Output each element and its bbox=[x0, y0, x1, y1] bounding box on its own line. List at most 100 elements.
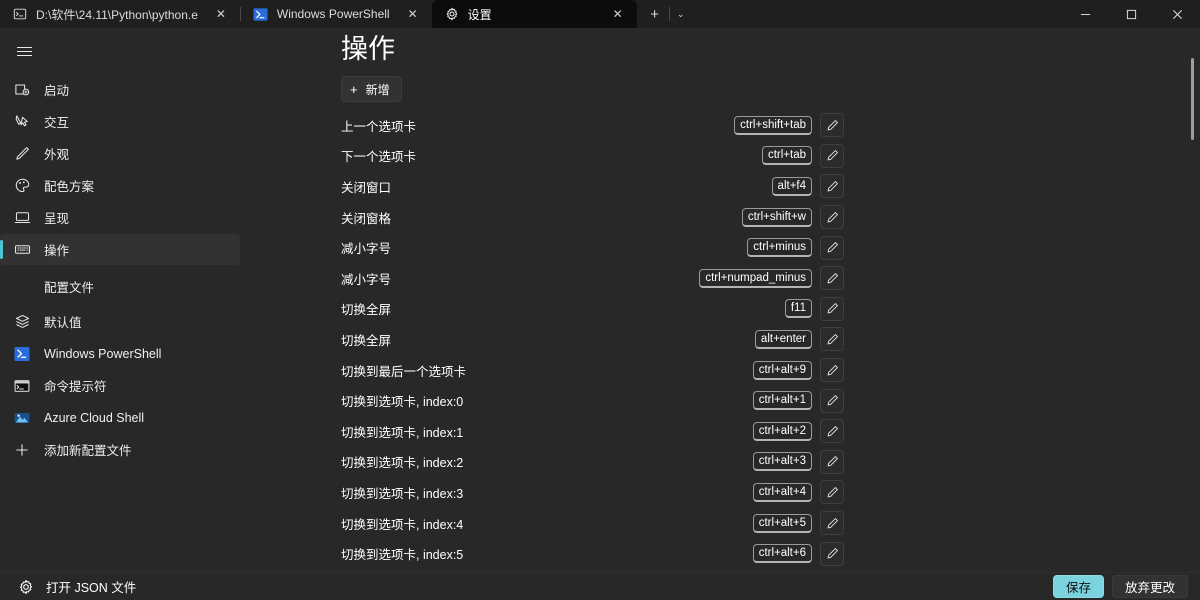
action-row[interactable]: 关闭窗格ctrl+shift+w bbox=[240, 202, 1200, 233]
sidebar-item-label: 外观 bbox=[44, 144, 69, 163]
keybinding-chip: ctrl+alt+6 bbox=[753, 544, 812, 563]
sidebar-section-profiles: 配置文件 bbox=[0, 271, 240, 302]
edit-action-button[interactable] bbox=[820, 174, 844, 198]
discard-changes-button[interactable]: 放弃更改 bbox=[1112, 575, 1188, 598]
close-button[interactable] bbox=[1154, 0, 1200, 28]
action-row[interactable]: 切换全屏 alt+enter bbox=[240, 324, 1200, 355]
action-row[interactable]: 上一个选项卡ctrl+shift+tab bbox=[240, 110, 1200, 141]
tab-close-button[interactable]: ✕ bbox=[400, 3, 426, 25]
title-bar: D:\软件\24.11\Python\python.e ✕ Windows Po… bbox=[0, 0, 1200, 28]
action-label: 切换到选项卡, index:5 bbox=[341, 544, 463, 563]
sidebar-item-windows-powershell[interactable]: Windows PowerShell bbox=[0, 338, 240, 369]
edit-action-button[interactable] bbox=[820, 205, 844, 229]
pencil-icon bbox=[826, 394, 839, 407]
minimize-button[interactable] bbox=[1062, 0, 1108, 28]
appearance-icon bbox=[12, 144, 32, 164]
edit-action-button[interactable] bbox=[820, 266, 844, 290]
tab-close-button[interactable]: ✕ bbox=[605, 3, 631, 25]
keybinding-chip: ctrl+numpad_minus bbox=[699, 269, 812, 288]
action-label: 切换全屏 bbox=[341, 330, 391, 349]
action-row[interactable]: 下一个选项卡ctrl+tab bbox=[240, 141, 1200, 172]
actions-list: 上一个选项卡ctrl+shift+tab下一个选项卡ctrl+tab关闭窗口al… bbox=[240, 110, 1200, 572]
sidebar-item-defaults[interactable]: 默认值 bbox=[0, 306, 240, 337]
rendering-icon bbox=[12, 208, 32, 228]
pencil-icon bbox=[826, 486, 839, 499]
sidebar-item-label: 默认值 bbox=[44, 312, 82, 331]
console-icon bbox=[12, 6, 28, 22]
hamburger-icon[interactable] bbox=[4, 34, 44, 68]
edit-action-button[interactable] bbox=[820, 389, 844, 413]
action-row[interactable]: 切换到选项卡, index:0ctrl+alt+1 bbox=[240, 385, 1200, 416]
action-row[interactable]: 关闭窗口alt+f4 bbox=[240, 171, 1200, 202]
pencil-icon bbox=[826, 119, 839, 132]
tab-windows-powershell[interactable]: Windows PowerShell ✕ bbox=[241, 0, 432, 28]
edit-action-button[interactable] bbox=[820, 358, 844, 382]
edit-action-button[interactable] bbox=[820, 542, 844, 566]
keybinding-chip: ctrl+alt+3 bbox=[753, 452, 812, 471]
sidebar-item-label: 配置文件 bbox=[44, 277, 94, 296]
new-tab-button[interactable]: + bbox=[641, 2, 669, 26]
tab-settings[interactable]: 设置 ✕ bbox=[432, 0, 637, 28]
action-row[interactable]: 切换到选项卡, index:4ctrl+alt+5 bbox=[240, 508, 1200, 539]
tab-close-button[interactable]: ✕ bbox=[208, 3, 234, 25]
action-row[interactable]: 切换到选项卡, index:5 ctrl+alt+6 bbox=[240, 538, 1200, 569]
edit-action-button[interactable] bbox=[820, 480, 844, 504]
sidebar-item-interaction[interactable]: 交互 bbox=[0, 106, 240, 137]
interaction-icon bbox=[12, 112, 32, 132]
edit-action-button[interactable] bbox=[820, 511, 844, 535]
save-button[interactable]: 保存 bbox=[1053, 575, 1104, 598]
sidebar-item-command-prompt[interactable]: 命令提示符 bbox=[0, 370, 240, 401]
action-row[interactable]: 切换全屏f11 bbox=[240, 294, 1200, 325]
sidebar-item-color-schemes[interactable]: 配色方案 bbox=[0, 170, 240, 201]
open-json-file-label: 打开 JSON 文件 bbox=[46, 577, 136, 596]
action-row[interactable]: 切换到选项卡, index:1ctrl+alt+2 bbox=[240, 416, 1200, 447]
pencil-icon bbox=[826, 517, 839, 530]
open-json-file-link[interactable]: 打开 JSON 文件 bbox=[12, 574, 142, 600]
pencil-icon bbox=[826, 547, 839, 560]
tab-title: D:\软件\24.11\Python\python.e bbox=[36, 6, 198, 23]
footer-actions: 保存 放弃更改 bbox=[1053, 575, 1188, 598]
chevron-down-icon[interactable]: ⌄ bbox=[670, 2, 692, 26]
sidebar-item-label: 命令提示符 bbox=[44, 376, 107, 395]
sidebar-item-azure-cloud-shell[interactable]: Azure Cloud Shell bbox=[0, 402, 240, 433]
azure-icon bbox=[12, 408, 32, 428]
sidebar-item-rendering[interactable]: 呈现 bbox=[0, 202, 240, 233]
sidebar-item-startup[interactable]: 启动 bbox=[0, 74, 240, 105]
sidebar-item-label: 交互 bbox=[44, 112, 69, 131]
edit-action-button[interactable] bbox=[820, 144, 844, 168]
edit-action-button[interactable] bbox=[820, 236, 844, 260]
pencil-icon bbox=[826, 302, 839, 315]
pencil-icon bbox=[826, 211, 839, 224]
edit-action-button[interactable] bbox=[820, 297, 844, 321]
tab-strip: D:\软件\24.11\Python\python.e ✕ Windows Po… bbox=[0, 0, 637, 28]
action-label: 减小字号 bbox=[341, 269, 391, 288]
edit-action-button[interactable] bbox=[820, 450, 844, 474]
vertical-scrollbar[interactable] bbox=[1191, 58, 1194, 140]
sidebar-item-label: 配色方案 bbox=[44, 176, 94, 195]
action-row[interactable]: 切换到选项卡, index:3ctrl+alt+4 bbox=[240, 477, 1200, 508]
sidebar: 启动 交互 外观 bbox=[0, 28, 240, 572]
edit-action-button[interactable] bbox=[820, 419, 844, 443]
keybinding-chip: ctrl+alt+5 bbox=[753, 514, 812, 533]
maximize-button[interactable] bbox=[1108, 0, 1154, 28]
sidebar-item-add-new-profile[interactable]: 添加新配置文件 bbox=[0, 434, 240, 465]
action-row[interactable]: 减小字号ctrl+minus bbox=[240, 232, 1200, 263]
pencil-icon bbox=[826, 180, 839, 193]
add-action-button[interactable]: + 新增 bbox=[341, 76, 402, 102]
edit-action-button[interactable] bbox=[820, 327, 844, 351]
keybinding-chip: alt+enter bbox=[755, 330, 812, 349]
launch-icon bbox=[12, 80, 32, 100]
sidebar-item-label: 呈现 bbox=[44, 208, 69, 227]
gear-icon bbox=[18, 579, 34, 595]
action-row[interactable]: 减小字号 ctrl+numpad_minus bbox=[240, 263, 1200, 294]
sidebar-item-actions[interactable]: 操作 bbox=[0, 234, 240, 265]
sidebar-item-appearance[interactable]: 外观 bbox=[0, 138, 240, 169]
keybinding-chip: ctrl+alt+1 bbox=[753, 391, 812, 410]
edit-action-button[interactable] bbox=[820, 113, 844, 137]
action-row[interactable]: 切换到选项卡, index:2ctrl+alt+3 bbox=[240, 447, 1200, 478]
tab-python[interactable]: D:\软件\24.11\Python\python.e ✕ bbox=[0, 0, 240, 28]
action-row[interactable]: 切换到最后一个选项卡ctrl+alt+9 bbox=[240, 355, 1200, 386]
plus-icon: + bbox=[350, 83, 358, 96]
action-label: 减小字号 bbox=[341, 238, 391, 257]
powershell-icon bbox=[12, 344, 32, 364]
